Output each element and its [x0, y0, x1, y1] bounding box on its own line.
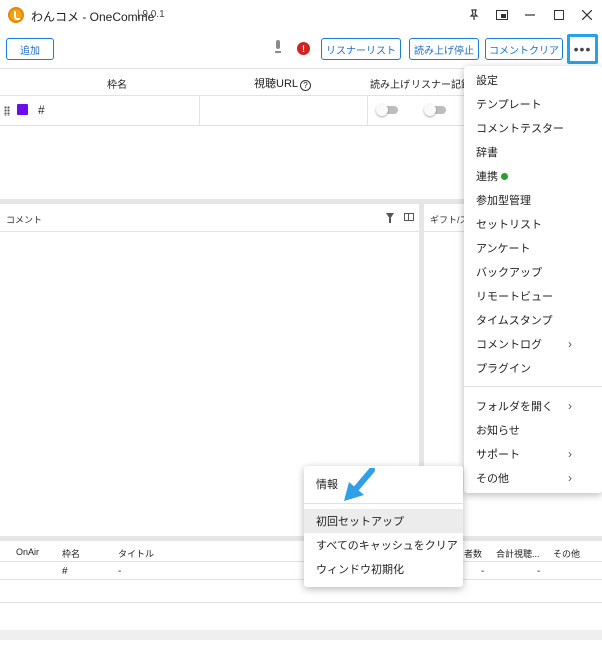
horizontal-scrollbar[interactable]: [0, 630, 602, 640]
chevron-right-icon: ›: [568, 447, 572, 461]
menu-divider: [464, 386, 602, 387]
pin-icon[interactable]: [463, 5, 485, 25]
menu-item-dictionary[interactable]: 辞書: [464, 140, 602, 164]
menu-item-setlist[interactable]: セットリスト: [464, 212, 602, 236]
menu-item-template[interactable]: テンプレート: [464, 92, 602, 116]
listener-log-toggle[interactable]: [424, 104, 446, 116]
chevron-right-icon: ›: [568, 337, 572, 351]
chevron-right-icon: ›: [568, 471, 572, 485]
listener-list-button[interactable]: リスナーリスト: [321, 38, 401, 60]
divider: [199, 96, 200, 125]
divider: [367, 96, 368, 125]
table-cell: -: [118, 566, 122, 577]
comment-pane-title: コメント: [6, 215, 43, 225]
more-menu-button[interactable]: •••: [567, 34, 598, 64]
reading-toggle[interactable]: [376, 104, 398, 116]
menu-item-open-folder[interactable]: フォルダを開く ›: [464, 394, 602, 418]
more-dropdown-menu: 設定 テンプレート コメントテスター 辞書 連携 参加型管理 セットリスト アン…: [464, 66, 602, 493]
filter-icon[interactable]: [386, 213, 394, 223]
bottom-header-name: 枠名: [62, 549, 81, 559]
microphone-icon[interactable]: [274, 40, 282, 54]
menu-item-backup[interactable]: バックアップ: [464, 260, 602, 284]
column-header-listener-log: リスナー記録: [411, 80, 471, 91]
frame-color-swatch[interactable]: [17, 104, 28, 115]
window-title: わんコメ - OneComme: [31, 10, 155, 24]
divider: [0, 579, 602, 580]
menu-item-comment-tester[interactable]: コメントテスター: [464, 116, 602, 140]
submenu-item-initial-setup[interactable]: 初回セットアップ: [304, 509, 463, 533]
close-icon[interactable]: [576, 5, 598, 25]
minimize-icon[interactable]: [519, 5, 541, 25]
add-button[interactable]: 追加: [6, 38, 54, 60]
table-cell: -: [537, 566, 541, 577]
app-version: | 9.0.1: [137, 9, 165, 20]
menu-item-other[interactable]: その他 ›: [464, 466, 602, 490]
horizontal-splitter[interactable]: [0, 536, 602, 541]
menu-item-integration[interactable]: 連携: [464, 164, 602, 188]
table-cell: -: [481, 566, 485, 577]
bottom-header-viewers: 者数: [464, 549, 483, 559]
menu-divider: [304, 503, 463, 504]
menu-item-timestamp[interactable]: タイムスタンプ: [464, 308, 602, 332]
maximize-icon[interactable]: [548, 5, 570, 25]
clear-comments-button[interactable]: コメントクリア: [485, 38, 563, 60]
divider: [0, 602, 602, 603]
frame-name: #: [38, 103, 45, 117]
other-submenu: 情報 初回セットアップ すべてのキャッシュをクリア ウィンドウ初期化: [304, 466, 463, 587]
chevron-right-icon: ›: [568, 399, 572, 413]
menu-item-participation[interactable]: 参加型管理: [464, 188, 602, 212]
bottom-header-other: その他: [553, 549, 581, 559]
bottom-header-total-views: 合計視聴...: [496, 549, 540, 559]
table-cell: #: [62, 566, 68, 577]
menu-item-settings[interactable]: 設定: [464, 68, 602, 92]
bottom-header-onair: OnAir: [16, 547, 40, 557]
drag-handle-icon[interactable]: [4, 106, 10, 116]
menu-item-remote-view[interactable]: リモートビュー: [464, 284, 602, 308]
title-bar: わんコメ - OneComme | 9.0.1: [0, 0, 602, 30]
submenu-item-info[interactable]: 情報: [304, 472, 463, 496]
menu-item-survey[interactable]: アンケート: [464, 236, 602, 260]
menu-item-news[interactable]: お知らせ: [464, 418, 602, 442]
alert-icon[interactable]: !: [297, 42, 310, 55]
menu-item-support[interactable]: サポート ›: [464, 442, 602, 466]
menu-item-comment-log[interactable]: コメントログ ›: [464, 332, 602, 356]
stop-reading-button[interactable]: 読み上げ停止: [409, 38, 479, 60]
column-header-url: 視聴URL?: [254, 75, 312, 91]
gift-pane-title: ギフト/ス: [430, 215, 469, 225]
columns-icon[interactable]: [404, 213, 414, 221]
picture-in-picture-icon[interactable]: [491, 5, 513, 25]
bottom-header-title: タイトル: [118, 549, 155, 559]
app-logo-icon: [8, 7, 24, 23]
menu-item-plugins[interactable]: プラグイン: [464, 356, 602, 380]
column-header-reading: 読み上げ: [370, 80, 410, 91]
submenu-item-clear-cache[interactable]: すべてのキャッシュをクリア: [304, 533, 463, 557]
submenu-item-reset-window[interactable]: ウィンドウ初期化: [304, 557, 463, 581]
arrow-pointer-icon: [344, 468, 375, 501]
divider: [0, 231, 419, 232]
status-dot-icon: [501, 172, 508, 180]
divider: [0, 561, 602, 562]
help-icon[interactable]: ?: [300, 80, 312, 91]
column-header-name: 枠名: [107, 80, 127, 91]
